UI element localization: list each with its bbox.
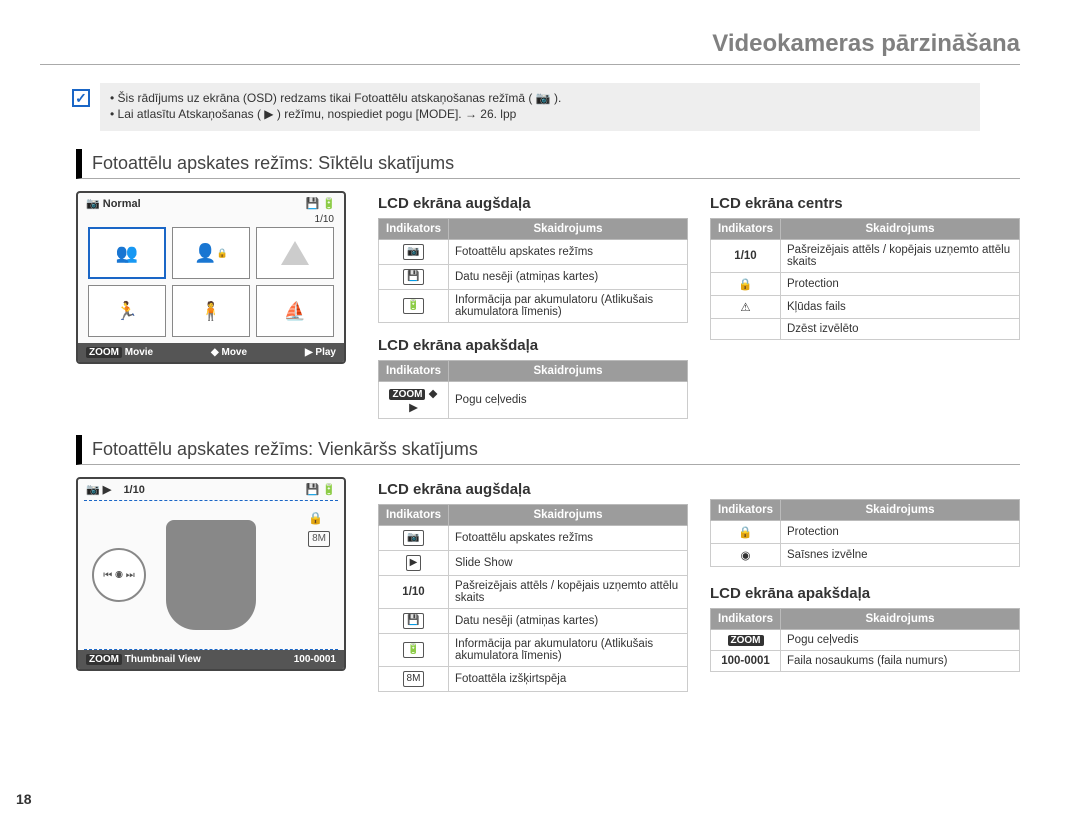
thumb-6: ⛵ xyxy=(256,285,334,337)
table-s1-top: IndikatorsSkaidrojums 📷Fotoattēlu apskat… xyxy=(378,218,688,323)
check-icon: ✓ xyxy=(72,89,90,107)
thumb-1: 👥 xyxy=(88,227,166,279)
section-heading-thumbnail: Fotoattēlu apskates režīms: Sīktēlu skat… xyxy=(76,149,1020,179)
table-s2-bottom: IndikatorsSkaidrojums ZOOMPogu ceļvedis … xyxy=(710,608,1020,672)
table-s1-bottom: IndikatorsSkaidrojums ZOOM ◆ ▶Pogu ceļve… xyxy=(378,360,688,419)
lcd-thumbnail-view: 📷 Normal 💾 🔋 1/10 👥 👤🔒 🏃 🧍 ⛵ ZOOM Movie … xyxy=(76,191,346,364)
thumb-5: 🧍 xyxy=(172,285,250,337)
sub-s2-top: LCD ekrāna augšdaļa xyxy=(378,481,688,498)
thumb-2: 👤🔒 xyxy=(172,227,250,279)
table-s2-right-top: IndikatorsSkaidrojums 🔒Protection ◉Saīsn… xyxy=(710,499,1020,567)
note-line-1: • Šis rādījums uz ekrāna (OSD) redzams t… xyxy=(110,91,970,105)
photo-silhouette xyxy=(166,520,256,630)
table-s1-center: IndikatorsSkaidrojums 1/10Pašreizējais a… xyxy=(710,218,1020,340)
sub-lcd-center: LCD ekrāna centrs xyxy=(710,195,1020,212)
thumb-3 xyxy=(256,227,334,279)
table-s2-top: IndikatorsSkaidrojums 📷Fotoattēlu apskat… xyxy=(378,504,688,692)
note-line-2: • Lai atlasītu Atskaņošanas ( ▶ ) režīmu… xyxy=(110,107,970,121)
sub-lcd-bottom: LCD ekrāna apakšdaļa xyxy=(378,337,688,354)
lcd-single-view: 📷 ▶ 1/10 💾 🔋 ⏮ ◉ ⏭ 🔒8M ZOOM Thumbnail Vi… xyxy=(76,477,346,671)
sub-lcd-top: LCD ekrāna augšdaļa xyxy=(378,195,688,212)
note-box: ✓ • Šis rādījums uz ekrāna (OSD) redzams… xyxy=(100,83,980,131)
page-title: Videokameras pārzināšana xyxy=(40,30,1020,65)
section-heading-single: Fotoattēlu apskates režīms: Vienkāršs sk… xyxy=(76,435,1020,465)
side-icons: 🔒8M xyxy=(308,511,330,547)
nav-dial-icon: ⏮ ◉ ⏭ xyxy=(92,548,146,602)
thumb-4: 🏃 xyxy=(88,285,166,337)
lcd-counter: 1/10 xyxy=(78,214,344,227)
page-number: 18 xyxy=(16,791,32,807)
lcd-mode-label: Normal xyxy=(103,198,141,210)
sub-s2-bottom: LCD ekrāna apakšdaļa xyxy=(710,585,1020,602)
